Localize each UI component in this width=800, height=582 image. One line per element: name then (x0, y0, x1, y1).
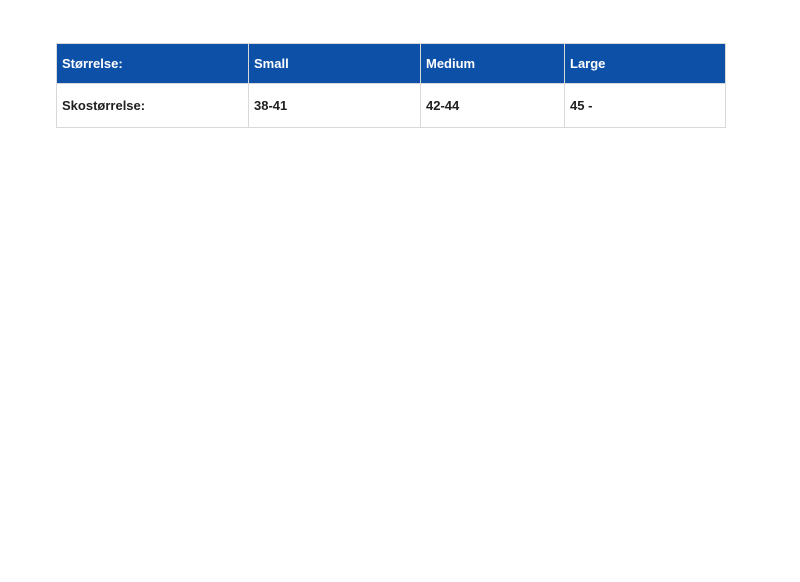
header-cell-large: Large (564, 43, 726, 84)
size-chart-table: Størrelse: Small Medium Large Skostørrel… (56, 43, 726, 128)
size-chart-header-row: Størrelse: Small Medium Large (56, 43, 726, 84)
header-cell-storrelse: Størrelse: (56, 43, 249, 84)
cell-medium-value: 42-44 (420, 83, 565, 128)
header-cell-small: Small (248, 43, 421, 84)
cell-small-value: 38-41 (248, 83, 421, 128)
cell-skostorrelse-label: Skostørrelse: (56, 83, 249, 128)
cell-large-value: 45 - (564, 83, 726, 128)
table-row: Skostørrelse: 38-41 42-44 45 - (56, 83, 726, 128)
page: Størrelse: Small Medium Large Skostørrel… (0, 0, 800, 582)
header-cell-medium: Medium (420, 43, 565, 84)
